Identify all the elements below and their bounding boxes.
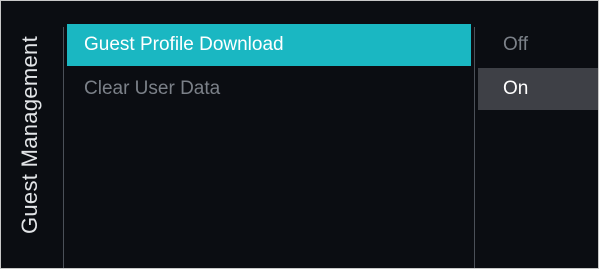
menu-item-clear-user-data[interactable]: Clear User Data — [67, 68, 471, 110]
options-list: Off On — [478, 24, 598, 112]
menu-item-label: Clear User Data — [84, 78, 221, 99]
left-divider — [63, 27, 64, 268]
menu-item-guest-profile-download[interactable]: Guest Profile Download — [67, 24, 471, 66]
section-title-label: Guest Management — [17, 35, 42, 234]
option-label: On — [503, 78, 529, 99]
menu-item-label: Guest Profile Download — [84, 34, 284, 55]
section-title: Guest Management — [1, 1, 59, 268]
right-divider — [474, 27, 475, 268]
option-label: Off — [503, 34, 528, 55]
tv-settings-screen: Guest Management Guest Profile Download … — [0, 0, 599, 269]
option-on[interactable]: On — [478, 68, 598, 110]
settings-menu: Guest Profile Download Clear User Data — [67, 24, 471, 112]
option-off[interactable]: Off — [478, 24, 598, 66]
